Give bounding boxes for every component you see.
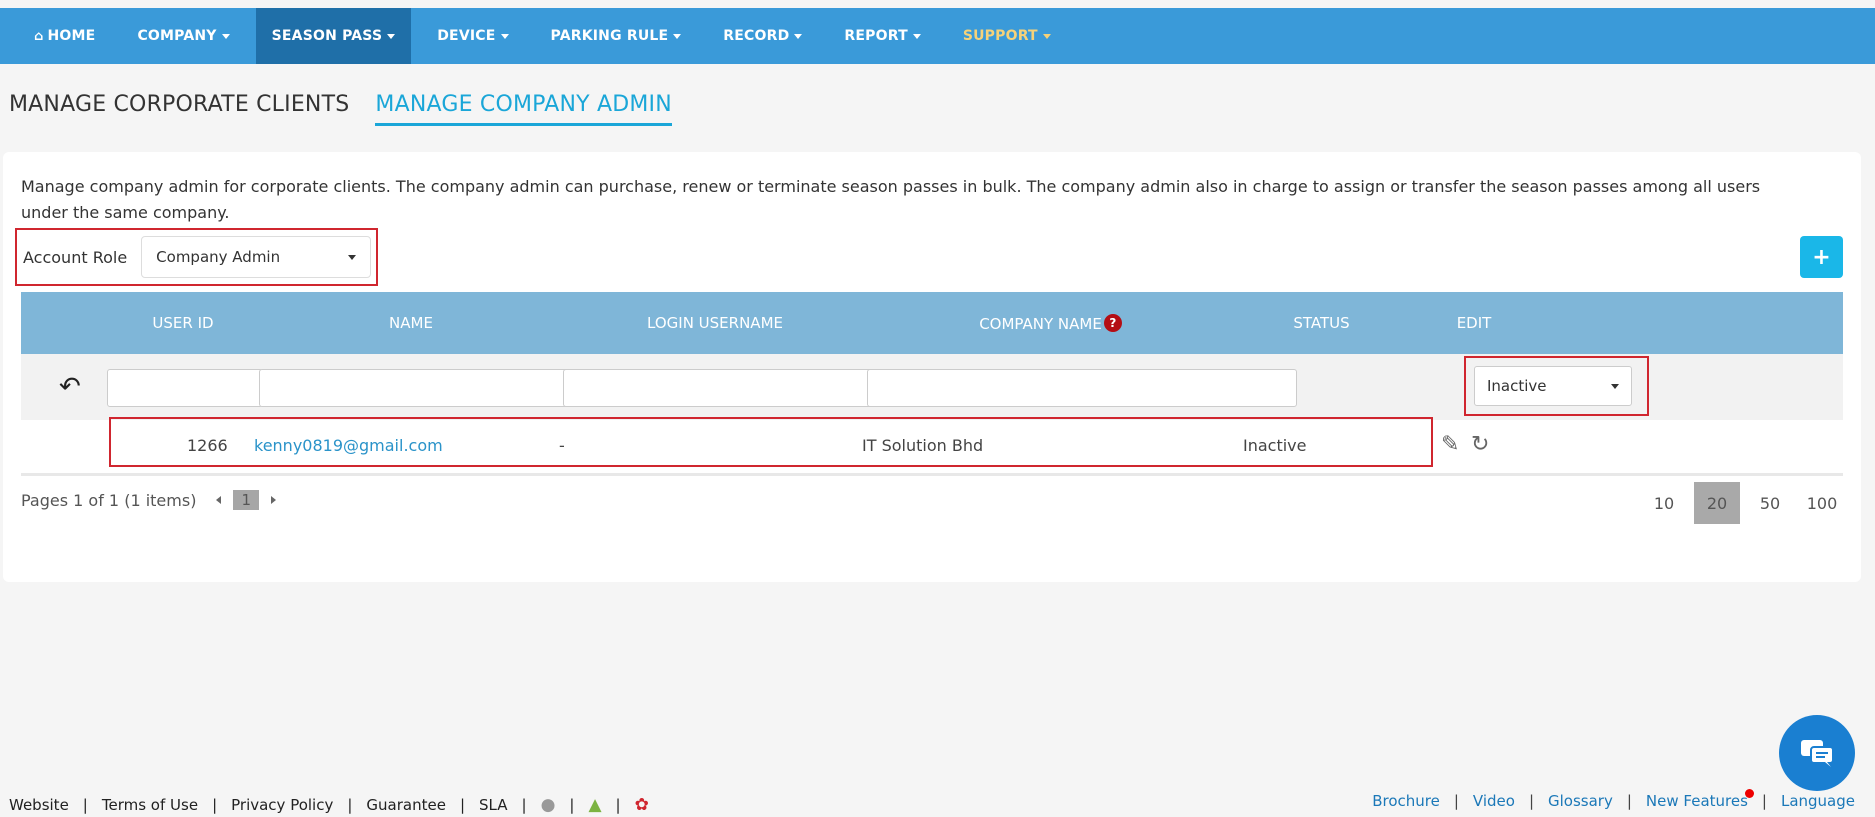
account-role-select[interactable]: Company Admin [141,236,372,278]
header-login-username: LOGIN USERNAME [647,314,783,332]
page-size-selector: 10 20 50 100 [1638,482,1848,524]
footer-separator: | [347,796,353,814]
header-edit: EDIT [1456,314,1492,332]
caret-down-icon [1611,383,1619,389]
footer-separator: | [615,796,621,814]
status-filter-select[interactable]: Inactive [1474,366,1632,406]
caret-down-icon [794,33,803,39]
apple-icon[interactable]: ● [541,795,556,815]
footer-separator: | [1528,792,1535,810]
chat-button[interactable] [1779,715,1855,791]
top-navbar: ⌂ HOME COMPANY SEASON PASS DEVICE PARKIN… [0,8,1875,64]
next-page-icon[interactable] [270,496,276,504]
footer-glossary-link[interactable]: Glossary [1548,792,1613,810]
header-company-name-label: COMPANY NAME [979,314,1102,333]
filter-login-username-input[interactable] [563,369,903,407]
chat-icon [1801,740,1834,767]
footer-privacy-link[interactable]: Privacy Policy [231,796,333,814]
home-icon: ⌂ [34,28,44,44]
footer-separator: | [1453,792,1459,810]
account-role-highlight: Account Role Company Admin [15,228,378,286]
header-status: STATUS [1293,314,1350,332]
caret-down-icon [1042,33,1051,39]
page-size-50[interactable]: 50 [1744,482,1796,524]
caret-down-icon [348,254,357,260]
notification-dot [1744,789,1754,798]
footer-left-links: Website | Terms of Use | Privacy Policy … [9,795,649,815]
caret-down-icon [673,33,682,39]
nav-device[interactable]: DEVICE [421,8,524,64]
table-header: USER ID NAME LOGIN USERNAME COMPANY NAME… [21,292,1843,354]
nav-report-label: REPORT [844,28,908,44]
footer-sla-link[interactable]: SLA [479,796,507,814]
footer-separator: | [212,796,218,814]
footer-separator: | [569,796,575,814]
undo-icon[interactable]: ↶ [59,372,81,402]
caret-down-icon [912,33,921,39]
header-name: NAME [389,314,433,332]
nav-company[interactable]: COMPANY [121,8,245,64]
tab-manage-corporate-clients[interactable]: MANAGE CORPORATE CLIENTS [9,92,349,126]
nav-home[interactable]: ⌂ HOME [18,8,111,64]
nav-company-label: COMPANY [137,28,217,44]
page-description: Manage company admin for corporate clien… [21,177,1761,222]
page-size-20[interactable]: 20 [1694,482,1740,524]
nav-device-label: DEVICE [437,28,496,44]
footer-separator: | [1761,792,1767,810]
footer-right-links: Brochure | Video | Glossary | New Featur… [1372,789,1855,810]
account-role-value: Company Admin [156,248,281,266]
help-icon[interactable]: ? [1103,313,1122,332]
filter-company-name-input[interactable] [867,369,1297,407]
nav-support-label: SUPPORT [962,28,1038,44]
nav-home-label: HOME [47,28,96,44]
footer-separator: | [82,796,88,814]
nav-season-pass-label: SEASON PASS [271,28,383,44]
nav-record[interactable]: RECORD [707,8,818,64]
row-highlight [109,417,1433,467]
header-user-id: USER ID [152,314,214,332]
caret-down-icon [221,33,230,39]
footer-video-link[interactable]: Video [1473,792,1515,810]
page-number-button[interactable]: 1 [233,490,259,510]
footer-new-features-label: New Features [1645,792,1748,810]
account-role-label: Account Role [23,247,128,267]
page-size-100[interactable]: 100 [1796,482,1848,524]
footer-new-features-link[interactable]: New Features [1645,789,1754,810]
nav-parking-rule-label: PARKING RULE [550,28,669,44]
android-icon[interactable]: ▲ [588,795,601,815]
add-button[interactable]: + [1800,236,1843,278]
nav-parking-rule[interactable]: PARKING RULE [535,8,698,64]
footer-language-link[interactable]: Language [1781,792,1855,810]
status-filter-value: Inactive [1487,377,1547,395]
caret-down-icon [387,33,396,39]
tab-manage-company-admin[interactable]: MANAGE COMPANY ADMIN [375,92,672,126]
filter-user-id-input[interactable] [107,369,263,407]
page-tabs: MANAGE CORPORATE CLIENTS MANAGE COMPANY … [9,92,672,126]
footer-separator: | [521,796,527,814]
nav-support[interactable]: SUPPORT [947,8,1067,64]
pagination: Pages 1 of 1 (1 items) 1 [21,490,288,510]
filter-name-input[interactable] [259,369,599,407]
refresh-icon[interactable]: ↻ [1471,432,1489,457]
nav-record-label: RECORD [723,28,790,44]
footer-brochure-link[interactable]: Brochure [1372,792,1440,810]
prev-page-icon[interactable] [216,496,222,504]
footer-website-link[interactable]: Website [9,796,69,814]
page-size-10[interactable]: 10 [1638,482,1690,524]
header-company-name: COMPANY NAME? [867,313,1234,333]
huawei-icon[interactable]: ✿ [635,795,649,815]
footer-guarantee-link[interactable]: Guarantee [366,796,446,814]
caret-down-icon [500,33,509,39]
nav-season-pass[interactable]: SEASON PASS [255,8,412,64]
pencil-icon[interactable]: ✎ [1441,432,1459,457]
footer-separator: | [1626,792,1632,810]
footer-terms-link[interactable]: Terms of Use [102,796,198,814]
footer-separator: | [459,796,466,814]
nav-report[interactable]: REPORT [828,8,936,64]
content-panel: Manage company admin for corporate clien… [3,152,1861,582]
pagination-summary: Pages 1 of 1 (1 items) [21,490,197,510]
